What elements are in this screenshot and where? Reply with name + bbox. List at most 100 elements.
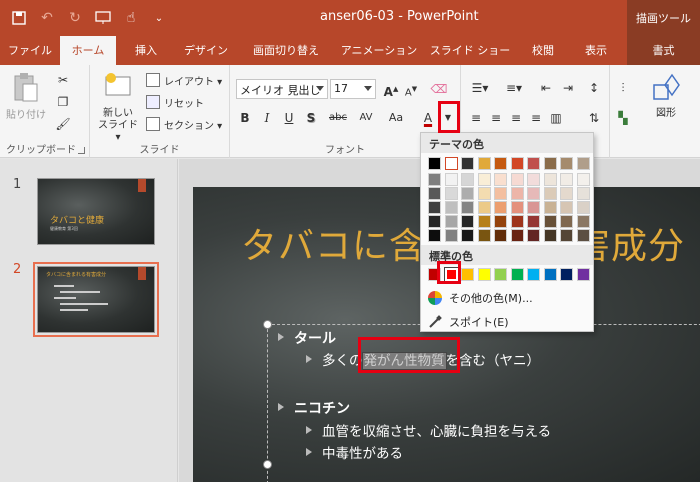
theme-color-swatch[interactable] bbox=[461, 215, 474, 228]
theme-color-swatch[interactable] bbox=[510, 173, 524, 186]
bold-button[interactable]: B bbox=[236, 109, 254, 127]
clipboard-launcher-icon[interactable] bbox=[78, 147, 85, 154]
customize-qat-icon[interactable]: ⌄ bbox=[148, 7, 170, 29]
theme-color-swatch[interactable] bbox=[428, 201, 441, 214]
theme-color-swatch[interactable] bbox=[428, 157, 441, 170]
theme-color-swatch[interactable] bbox=[494, 157, 507, 170]
standard-color-swatch[interactable] bbox=[560, 268, 573, 281]
standard-color-swatch[interactable] bbox=[461, 268, 474, 281]
theme-color-swatch[interactable] bbox=[494, 229, 507, 242]
theme-color-swatch[interactable] bbox=[461, 229, 474, 242]
align-text-icon[interactable]: ⫶ bbox=[614, 79, 632, 97]
theme-color-swatch[interactable] bbox=[444, 157, 458, 170]
new-slide-button[interactable]: 新しい スライド ▾ bbox=[94, 71, 142, 144]
tab-transitions[interactable]: 画面切り替え bbox=[246, 36, 326, 65]
theme-color-swatch[interactable] bbox=[543, 173, 557, 186]
strikethrough-button[interactable]: abc bbox=[326, 109, 350, 127]
theme-color-swatch[interactable] bbox=[494, 201, 507, 214]
tab-design[interactable]: デザイン bbox=[176, 36, 236, 65]
theme-color-swatch[interactable] bbox=[477, 215, 491, 228]
tab-slideshow[interactable]: スライド ショー bbox=[428, 36, 512, 65]
slide-thumbnail-1[interactable]: タバコと健康 健康教育 第3回 bbox=[37, 178, 155, 245]
standard-color-swatch[interactable] bbox=[576, 268, 590, 281]
smartart-icon[interactable]: ▚ bbox=[614, 109, 632, 127]
theme-color-swatch[interactable] bbox=[444, 201, 458, 214]
layout-button[interactable]: レイアウト ▾ bbox=[146, 71, 222, 89]
standard-color-swatch[interactable] bbox=[543, 268, 557, 281]
bullet-level2-addictive[interactable]: 中毒性がある bbox=[306, 442, 403, 462]
theme-color-swatch[interactable] bbox=[543, 187, 557, 200]
theme-color-swatch[interactable] bbox=[543, 215, 557, 228]
theme-color-swatch[interactable] bbox=[510, 157, 524, 170]
underline-button[interactable]: U bbox=[280, 109, 298, 127]
theme-color-swatch[interactable] bbox=[477, 187, 491, 200]
touch-mode-icon[interactable]: ☝ bbox=[120, 7, 142, 29]
tab-file[interactable]: ファイル bbox=[6, 36, 54, 65]
present-from-start-icon[interactable] bbox=[92, 7, 114, 29]
tab-insert[interactable]: 挿入 bbox=[124, 36, 168, 65]
text-direction-icon[interactable]: ⇅ bbox=[585, 109, 603, 127]
theme-color-swatch[interactable] bbox=[444, 229, 458, 242]
theme-color-swatch[interactable] bbox=[527, 157, 540, 170]
redo-icon[interactable]: ↻ bbox=[64, 7, 86, 29]
tab-animations[interactable]: アニメーション bbox=[338, 36, 420, 65]
theme-color-swatch[interactable] bbox=[527, 201, 540, 214]
font-name-box[interactable]: メイリオ 見出し bbox=[236, 79, 328, 99]
decrease-indent-icon[interactable]: ⇤ bbox=[537, 79, 555, 97]
font-color-dropdown-icon[interactable]: ▼ bbox=[442, 109, 454, 127]
theme-color-swatch[interactable] bbox=[527, 215, 540, 228]
theme-color-swatch[interactable] bbox=[477, 173, 491, 186]
standard-color-swatch[interactable] bbox=[477, 268, 491, 281]
theme-color-swatch[interactable] bbox=[576, 215, 590, 228]
font-size-box[interactable]: 17 bbox=[330, 79, 376, 99]
save-icon[interactable] bbox=[8, 7, 30, 29]
theme-color-swatch[interactable] bbox=[576, 201, 590, 214]
standard-color-swatch[interactable] bbox=[428, 268, 441, 281]
reset-button[interactable]: リセット bbox=[146, 93, 204, 111]
theme-color-swatch[interactable] bbox=[444, 187, 458, 200]
undo-icon[interactable]: ↶ bbox=[36, 7, 58, 29]
theme-color-swatch[interactable] bbox=[543, 201, 557, 214]
theme-color-swatch[interactable] bbox=[494, 173, 507, 186]
theme-color-swatch[interactable] bbox=[560, 157, 573, 170]
grow-font-icon[interactable]: A▲ bbox=[382, 80, 400, 99]
align-left-icon[interactable]: ≡ bbox=[467, 109, 485, 127]
bullet-level2-blood-vessel[interactable]: 血管を収縮させ、心臓に負担を与える bbox=[306, 420, 551, 440]
resize-handle-top-left[interactable] bbox=[263, 320, 272, 329]
standard-color-swatch[interactable] bbox=[527, 268, 540, 281]
theme-color-swatch[interactable] bbox=[576, 187, 590, 200]
theme-color-swatch[interactable] bbox=[494, 215, 507, 228]
bullet-level1-tar[interactable]: タール bbox=[278, 328, 336, 348]
tab-home[interactable]: ホーム bbox=[60, 36, 116, 65]
bullet-level2-carcinogen[interactable]: 多くの発がん性物質を含む（ヤニ） bbox=[306, 349, 540, 370]
theme-color-swatch[interactable] bbox=[510, 215, 524, 228]
align-center-icon[interactable]: ≡ bbox=[487, 109, 505, 127]
theme-color-swatch[interactable] bbox=[461, 187, 474, 200]
eyedropper-item[interactable]: スポイト(E) bbox=[424, 311, 590, 333]
theme-color-swatch[interactable] bbox=[543, 157, 557, 170]
shapes-button[interactable]: 図形 bbox=[646, 73, 686, 120]
theme-color-swatch[interactable] bbox=[527, 187, 540, 200]
theme-color-swatch[interactable] bbox=[461, 157, 474, 170]
font-size-dropdown-icon[interactable] bbox=[364, 86, 372, 91]
font-name-dropdown-icon[interactable] bbox=[316, 86, 324, 91]
theme-color-swatch[interactable] bbox=[477, 201, 491, 214]
theme-color-swatch[interactable] bbox=[477, 229, 491, 242]
justify-icon[interactable]: ≡ bbox=[527, 109, 545, 127]
standard-color-swatch[interactable] bbox=[443, 267, 459, 282]
theme-color-swatch[interactable] bbox=[428, 187, 441, 200]
theme-color-swatch[interactable] bbox=[560, 187, 573, 200]
theme-color-swatch[interactable] bbox=[510, 201, 524, 214]
theme-color-swatch[interactable] bbox=[527, 229, 540, 242]
char-spacing-button[interactable]: AV bbox=[354, 109, 378, 127]
clear-formatting-icon[interactable]: ⌫ bbox=[430, 80, 448, 98]
theme-color-swatch[interactable] bbox=[576, 157, 590, 170]
theme-color-swatch[interactable] bbox=[444, 173, 458, 186]
bullets-icon[interactable]: ☰▾ bbox=[467, 79, 493, 97]
font-color-button[interactable]: A bbox=[420, 109, 436, 127]
increase-indent-icon[interactable]: ⇥ bbox=[559, 79, 577, 97]
italic-button[interactable]: I bbox=[258, 109, 276, 127]
theme-color-swatch[interactable] bbox=[494, 187, 507, 200]
theme-color-swatch[interactable] bbox=[428, 173, 441, 186]
selected-text[interactable]: 発がん性物質 bbox=[361, 352, 447, 370]
